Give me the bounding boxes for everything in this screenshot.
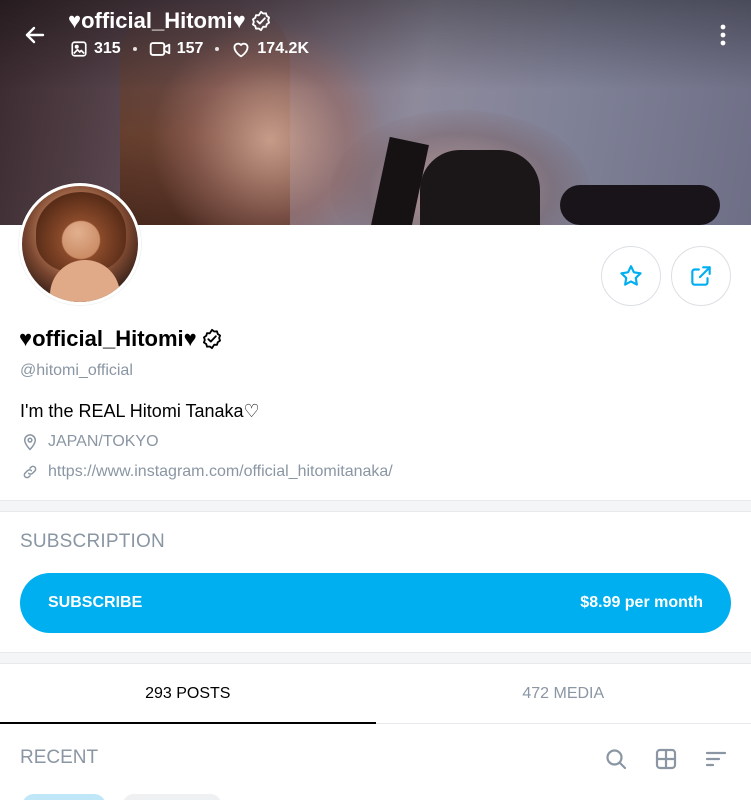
more-vertical-icon [720,24,726,46]
tab-media[interactable]: 472 MEDIA [376,664,751,723]
star-icon [620,265,642,286]
likes-stat: 174.2K [231,40,309,58]
link-icon [23,465,37,479]
subscription-title: SUBSCRIPTION [20,531,165,552]
more-options-button[interactable] [708,20,738,50]
location-pin-icon [23,434,37,451]
subscribe-button[interactable]: SUBSCRIBE $8.99 per month [20,573,731,633]
sort-button[interactable] [701,744,731,774]
image-icon [71,41,87,57]
share-icon [691,266,711,286]
header-stats: 315 157 174.2K [70,40,309,58]
share-button[interactable] [671,246,731,306]
grid-view-button[interactable] [651,744,681,774]
header-name: ♥official_Hitomi♥ [68,8,246,33]
location-row: JAPAN/TOKYO [22,433,159,451]
likes-count: 174.2K [257,40,309,57]
back-button[interactable] [18,18,52,52]
filter-chip[interactable] [122,794,222,800]
top-bar: ♥official_Hitomi♥ 315 157 174.2K [0,0,751,70]
subscribe-label: SUBSCRIBE [48,594,143,611]
arrow-left-icon [25,26,45,44]
header-title: ♥official_Hitomi♥ [68,8,272,34]
avatar[interactable] [19,183,141,305]
website-link[interactable]: https://www.instagram.com/official_hitom… [48,463,393,481]
search-icon [606,749,627,770]
photos-stat: 315 [70,40,121,58]
subscribe-price: $8.99 per month [580,594,703,611]
section-divider [0,652,751,664]
filter-chip-active[interactable] [22,794,106,800]
videos-count: 157 [176,40,204,57]
video-icon [149,42,170,56]
verified-badge-icon [202,328,221,350]
profile-name: ♥official_Hitomi♥ [19,326,223,352]
location-text: JAPAN/TOKYO [48,433,159,450]
recent-title: RECENT [20,747,99,768]
content-tabs: 293 POSTS 472 MEDIA [0,664,751,724]
favorite-button[interactable] [601,246,661,306]
photos-count: 315 [94,40,121,57]
search-button[interactable] [601,744,631,774]
tab-posts[interactable]: 293 POSTS [0,664,376,724]
website-row[interactable]: https://www.instagram.com/official_hitom… [22,463,393,481]
section-divider [0,500,751,512]
display-name: ♥official_Hitomi♥ [19,326,197,351]
sort-icon [705,751,727,767]
videos-stat: 157 [149,40,204,58]
grid-icon [655,748,677,770]
profile-bio: I'm the REAL Hitomi Tanaka♡ [20,401,260,421]
profile-handle: @hitomi_official [20,362,133,379]
heart-icon [233,42,249,58]
verified-badge-icon [251,10,270,32]
